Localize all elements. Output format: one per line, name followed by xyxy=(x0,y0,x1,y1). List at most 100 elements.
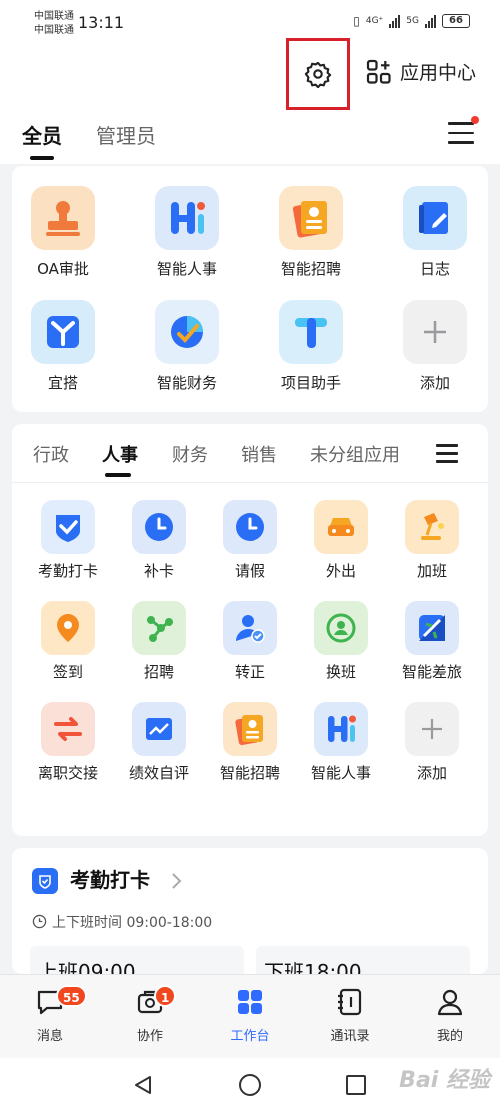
nav-me[interactable]: 我的 xyxy=(410,987,490,1044)
nav-messages[interactable]: 55 消息 xyxy=(10,985,90,1044)
nav-collaboration[interactable]: 1 协作 xyxy=(110,985,190,1044)
app-label: 项目助手 xyxy=(280,374,341,392)
hi-icon xyxy=(155,186,219,250)
gear-icon xyxy=(304,61,332,88)
menu-button[interactable] xyxy=(448,116,479,144)
hi-icon xyxy=(314,702,368,756)
category-apps-card: 行政 人事 财务 销售 未分组应用 考勤打卡 补卡 请假 外出 加班 签到 招聘… xyxy=(12,424,488,836)
network-type-2: 5G xyxy=(406,16,419,26)
app-smart-travel[interactable]: 智能差旅 xyxy=(376,601,488,682)
chart-icon xyxy=(132,702,186,756)
app-yida[interactable]: 宜搭 xyxy=(8,300,118,393)
workbench-icon xyxy=(238,990,262,1014)
app-smart-finance[interactable]: 智能财务 xyxy=(132,300,242,393)
app-label: 智能差旅 xyxy=(401,663,462,681)
network-icon xyxy=(132,601,186,655)
app-label: 智能人事 xyxy=(156,260,217,278)
on-duty-box[interactable]: 上班09:00 xyxy=(30,946,244,974)
watermark: Bai 经验 xyxy=(399,1068,490,1093)
plus-icon xyxy=(405,702,459,756)
resume-icon xyxy=(279,186,343,250)
nav-workbench[interactable]: 工作台 xyxy=(210,987,290,1044)
app-center-label: 应用中心 xyxy=(400,62,477,84)
nav-label: 消息 xyxy=(36,1029,63,1044)
home-icon[interactable] xyxy=(238,1073,262,1097)
bottom-nav: 55 消息 1 协作 工作台 通讯录 我的 xyxy=(0,974,500,1058)
plus-icon xyxy=(403,300,467,364)
notification-dot xyxy=(471,116,479,124)
tab-admin[interactable]: 管理员 xyxy=(96,120,156,149)
tab-all-members[interactable]: 全员 xyxy=(22,120,62,149)
tab-ungrouped[interactable]: 未分组应用 xyxy=(310,441,400,467)
app-label: 智能招聘 xyxy=(280,260,341,278)
active-tab-indicator xyxy=(30,156,54,160)
active-category-indicator xyxy=(105,473,131,477)
role-tabs: 全员 管理员 xyxy=(0,114,500,164)
signal-icon xyxy=(389,14,401,28)
nav-label: 工作台 xyxy=(230,1029,270,1044)
add-hr-app-button[interactable]: 添加 xyxy=(376,702,488,783)
nav-label: 协作 xyxy=(136,1029,163,1044)
network-type-1: 4G⁺ xyxy=(365,16,384,26)
clock-small-icon xyxy=(32,914,47,929)
check-in-icon xyxy=(41,500,95,554)
check-in-icon xyxy=(32,868,58,894)
attendance-card[interactable]: 考勤打卡 上下班时间 09:00-18:00 上班09:00 下班18:00 xyxy=(12,848,488,974)
lamp-icon xyxy=(405,500,459,554)
message-badge: 55 xyxy=(56,985,87,1007)
nav-contacts[interactable]: 通讯录 xyxy=(310,987,390,1044)
tab-finance[interactable]: 财务 xyxy=(172,441,208,467)
divider xyxy=(12,482,488,483)
vibrate-icon: ▯ xyxy=(353,14,360,28)
app-project-assistant[interactable]: 项目助手 xyxy=(256,300,366,393)
app-smart-recruit[interactable]: 智能招聘 xyxy=(256,186,366,279)
collab-badge: 1 xyxy=(154,985,177,1007)
carrier-labels: 中国联通 中国联通 xyxy=(34,10,74,38)
app-label: 宜搭 xyxy=(47,374,78,392)
profile-icon xyxy=(437,989,463,1016)
settings-button[interactable] xyxy=(286,38,350,110)
app-oa-approval[interactable]: OA审批 xyxy=(8,186,118,279)
recent-apps-icon[interactable] xyxy=(345,1074,367,1096)
carrier-1: 中国联通 xyxy=(34,11,74,22)
app-label: 加班 xyxy=(416,562,447,580)
swap-user-icon xyxy=(314,601,368,655)
nav-label: 我的 xyxy=(436,1029,463,1044)
app-overtime[interactable]: 加班 xyxy=(376,500,488,581)
location-icon xyxy=(41,601,95,655)
add-app-button[interactable]: 添加 xyxy=(380,300,490,393)
common-apps-card: OA审批 智能人事 智能招聘 日志 宜搭 智能财务 项目助手 添加 xyxy=(12,166,488,412)
app-label: 日志 xyxy=(419,260,450,278)
app-label: 添加 xyxy=(419,374,450,392)
finance-icon xyxy=(155,300,219,364)
category-menu-button[interactable] xyxy=(436,444,458,463)
tab-sales[interactable]: 销售 xyxy=(241,441,277,467)
work-hours: 上下班时间 09:00-18:00 xyxy=(52,915,213,931)
off-duty-box[interactable]: 下班18:00 xyxy=(256,946,470,974)
log-icon xyxy=(403,186,467,250)
handover-icon xyxy=(41,702,95,756)
plane-icon xyxy=(405,601,459,655)
user-check-icon xyxy=(223,601,277,655)
status-icons: ▯ 4G⁺ 5G 66 xyxy=(353,14,470,28)
resume-icon xyxy=(223,702,277,756)
back-icon[interactable] xyxy=(132,1074,154,1096)
battery-icon: 66 xyxy=(442,14,470,28)
app-center-icon xyxy=(366,59,391,84)
app-smart-hr[interactable]: 智能人事 xyxy=(132,186,242,279)
contacts-icon xyxy=(338,988,362,1016)
app-label: 智能财务 xyxy=(156,374,217,392)
tab-admin-affairs[interactable]: 行政 xyxy=(33,441,69,467)
carrier-2: 中国联通 xyxy=(34,25,74,36)
clock-icon xyxy=(132,500,186,554)
app-center-button[interactable]: 应用中心 xyxy=(366,58,476,85)
signal-icon-2 xyxy=(425,14,436,28)
attendance-title: 考勤打卡 xyxy=(70,868,150,892)
yida-icon xyxy=(31,300,95,364)
app-label: 添加 xyxy=(416,764,447,782)
app-label: OA审批 xyxy=(37,260,89,278)
app-log[interactable]: 日志 xyxy=(380,186,490,279)
project-icon xyxy=(279,300,343,364)
tab-hr[interactable]: 人事 xyxy=(102,441,138,467)
on-duty-label: 上班09:00 xyxy=(38,960,136,974)
